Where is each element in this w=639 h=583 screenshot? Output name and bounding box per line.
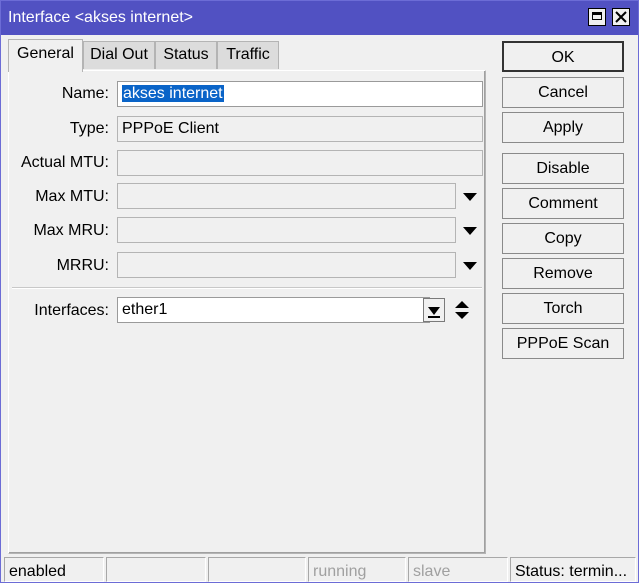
tab-dial-out[interactable]: Dial Out <box>83 41 155 69</box>
remove-button[interactable]: Remove <box>502 258 624 289</box>
max-mru-dropdown-icon[interactable] <box>463 227 477 235</box>
general-panel: Name: akses internet Type: PPPoE Client … <box>8 70 486 554</box>
form-separator <box>12 287 482 289</box>
interface-window: Interface <akses internet> General Dial … <box>0 0 639 583</box>
interfaces-label: Interfaces: <box>34 302 109 319</box>
apply-button[interactable]: Apply <box>502 112 624 143</box>
comment-button[interactable]: Comment <box>502 188 624 219</box>
actual-mtu-label: Actual MTU: <box>20 154 109 171</box>
max-mtu-field[interactable] <box>117 183 456 209</box>
status-running: running <box>308 557 406 582</box>
name-value: akses internet <box>122 85 224 102</box>
title-bar[interactable]: Interface <akses internet> <box>1 1 638 35</box>
actual-mtu-field <box>117 150 483 176</box>
name-label: Name: <box>61 85 109 102</box>
status-text: Status: termin... <box>510 557 636 582</box>
chevron-down-icon <box>428 307 440 318</box>
status-cell-2 <box>106 557 206 582</box>
max-mru-field[interactable] <box>117 217 456 243</box>
tab-traffic[interactable]: Traffic <box>217 41 279 69</box>
mrru-label: MRRU: <box>56 257 109 274</box>
tab-status[interactable]: Status <box>155 41 217 69</box>
interfaces-dropdown-button[interactable] <box>423 298 445 322</box>
type-field: PPPoE Client <box>117 116 483 142</box>
torch-button[interactable]: Torch <box>502 293 624 324</box>
window-title: Interface <akses internet> <box>8 9 193 26</box>
up-down-arrows-icon[interactable] <box>454 300 470 320</box>
tab-general[interactable]: General <box>8 39 83 72</box>
max-mru-label: Max MRU: <box>33 222 109 239</box>
disable-button[interactable]: Disable <box>502 153 624 184</box>
status-slave: slave <box>408 557 508 582</box>
status-enabled: enabled <box>4 557 104 582</box>
mrru-field[interactable] <box>117 252 456 278</box>
interfaces-field[interactable]: ether1 <box>117 297 430 323</box>
pppoe-scan-button[interactable]: PPPoE Scan <box>502 328 624 359</box>
close-icon[interactable] <box>612 8 630 26</box>
max-mtu-dropdown-icon[interactable] <box>463 193 477 201</box>
status-cell-3 <box>208 557 306 582</box>
max-mtu-label: Max MTU: <box>35 188 109 205</box>
type-label: Type: <box>69 120 109 137</box>
ok-button[interactable]: OK <box>502 41 624 72</box>
status-bar: enabled running slave Status: termin... <box>1 555 638 582</box>
mrru-dropdown-icon[interactable] <box>463 262 477 270</box>
cancel-button[interactable]: Cancel <box>502 77 624 108</box>
copy-button[interactable]: Copy <box>502 223 624 254</box>
name-field[interactable]: akses internet <box>117 81 483 107</box>
maximize-icon[interactable] <box>588 8 606 26</box>
